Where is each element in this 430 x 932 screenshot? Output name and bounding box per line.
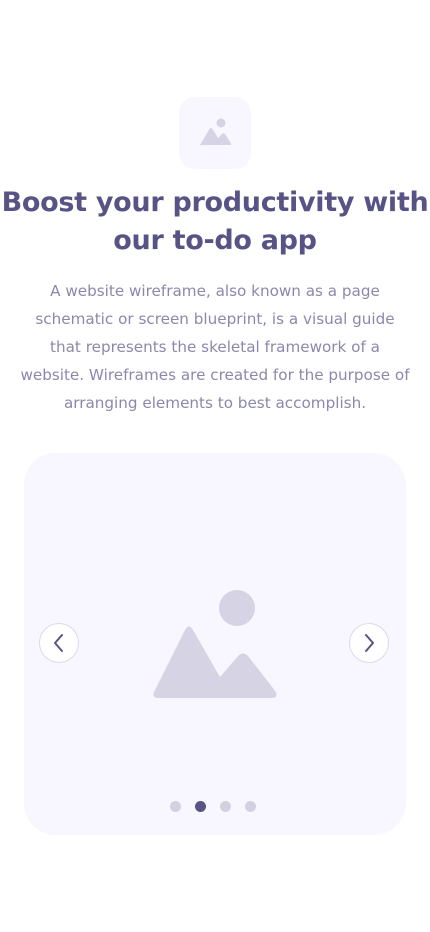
carousel-prev-button[interactable] [39, 623, 79, 663]
image-placeholder-icon [153, 590, 277, 698]
chevron-right-icon [365, 634, 374, 652]
page-description: A website wireframe, also known as a pag… [20, 282, 410, 412]
page-title: Boost your productivity with our to-do a… [1, 187, 429, 256]
carousel-dot[interactable] [245, 800, 256, 812]
carousel-dot[interactable] [170, 800, 181, 812]
app-logo [179, 97, 251, 169]
carousel-next-button[interactable] [349, 623, 389, 663]
chevron-left-icon [54, 634, 63, 652]
image-placeholder-icon [200, 118, 232, 145]
carousel-dot[interactable] [195, 800, 206, 812]
carousel-dot[interactable] [220, 800, 231, 812]
carousel-pagination [170, 800, 256, 812]
